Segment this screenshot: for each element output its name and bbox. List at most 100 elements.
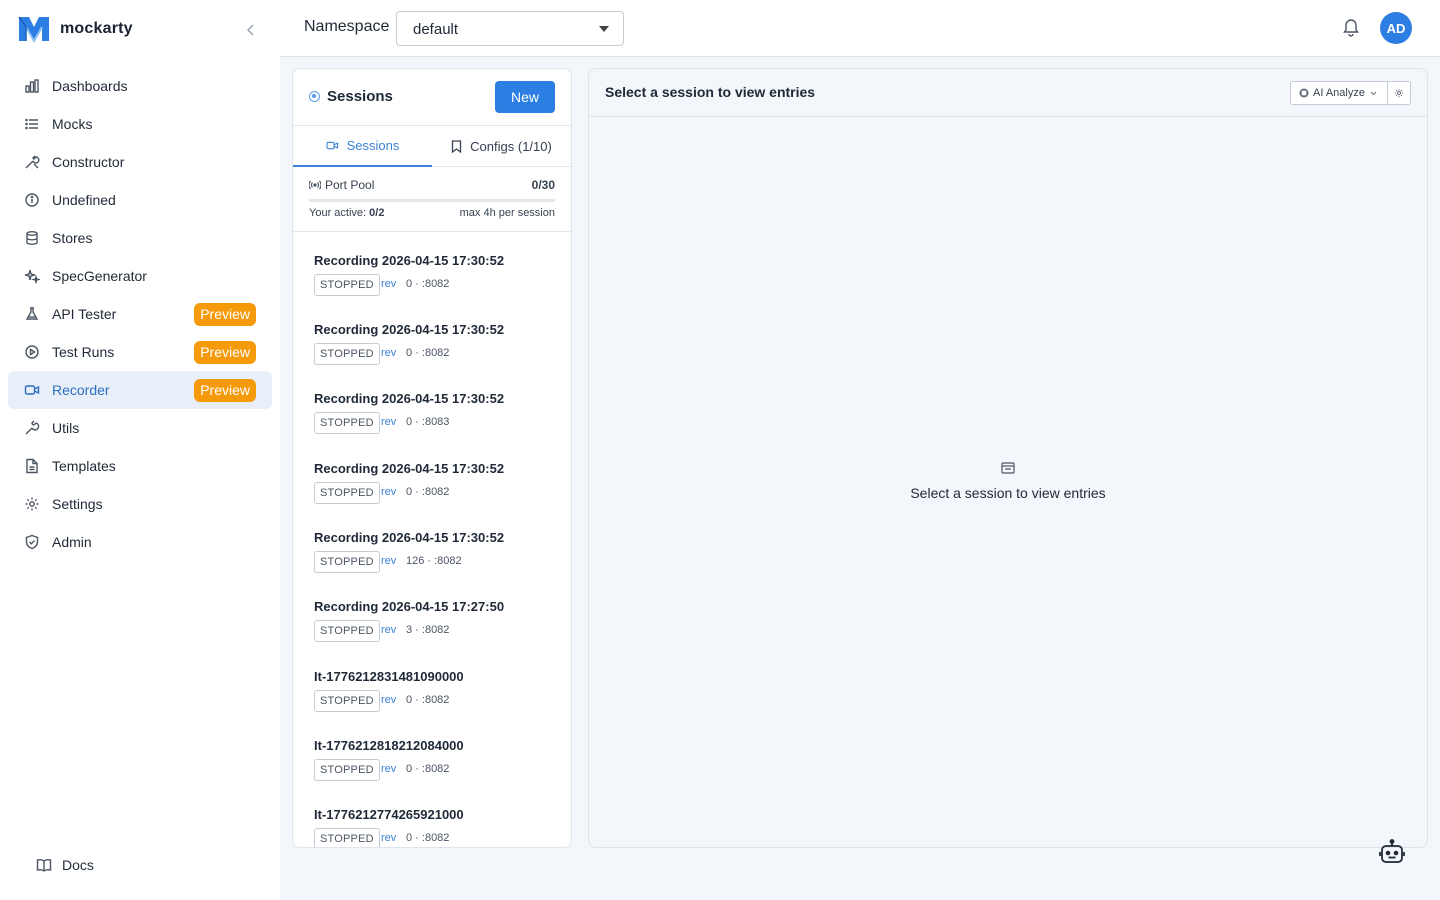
bar-chart-icon xyxy=(24,78,40,94)
sidebar-item-label: Test Runs xyxy=(52,344,115,360)
sidebar-item-stores[interactable]: Stores xyxy=(8,219,272,257)
session-rev: rev xyxy=(381,486,397,498)
docs-link[interactable]: Docs xyxy=(36,857,94,873)
sessions-panel: Sessions New Sessions Configs (1/10) Por… xyxy=(292,68,572,848)
sidebar-item-api-tester[interactable]: API Tester Preview xyxy=(8,295,272,333)
sidebar-item-specgenerator[interactable]: SpecGenerator xyxy=(8,257,272,295)
status-badge: STOPPED xyxy=(314,759,380,781)
sidebar-item-templates[interactable]: Templates xyxy=(8,447,272,485)
empty-inbox-icon xyxy=(1001,461,1015,474)
session-meta: 3 · :8082 xyxy=(406,624,450,636)
user-avatar[interactable]: AD xyxy=(1380,12,1412,44)
session-item[interactable]: It-1776212818212084000 STOPPED rev 0 · :… xyxy=(314,718,554,781)
sidebar-item-undefined[interactable]: Undefined xyxy=(8,181,272,219)
status-badge: STOPPED xyxy=(314,274,380,296)
sidebar-item-test-runs[interactable]: Test Runs Preview xyxy=(8,333,272,371)
port-pool-count: 0/30 xyxy=(531,178,555,192)
shield-icon xyxy=(24,534,40,550)
sessions-title-text: Sessions xyxy=(327,88,393,105)
new-session-button[interactable]: New xyxy=(495,81,555,113)
session-meta: 0 · :8082 xyxy=(406,694,450,706)
notifications-button[interactable] xyxy=(1342,17,1360,37)
session-name: It-1776212831481090000 xyxy=(314,669,464,684)
status-badge: STOPPED xyxy=(314,690,380,712)
sidebar-item-label: Admin xyxy=(52,534,92,550)
tab-sessions[interactable]: Sessions xyxy=(293,126,432,167)
session-name: Recording 2026-04-15 17:30:52 xyxy=(314,530,505,545)
entries-title: Select a session to view entries xyxy=(605,84,816,100)
session-meta: 0 · :8082 xyxy=(406,832,450,844)
sidebar-item-label: Recorder xyxy=(52,382,110,398)
bookmark-icon xyxy=(451,140,462,153)
session-rev: rev xyxy=(381,624,397,636)
session-rev: rev xyxy=(381,416,397,428)
sessions-title: Sessions xyxy=(309,88,393,105)
chevron-down-icon xyxy=(1370,91,1377,96)
book-icon xyxy=(36,859,52,872)
sidebar-item-recorder[interactable]: Recorder Preview xyxy=(8,371,272,409)
sidebar-item-admin[interactable]: Admin xyxy=(8,523,272,561)
session-rev: rev xyxy=(381,347,397,359)
session-name: Recording 2026-04-15 17:30:52 xyxy=(314,253,505,268)
session-meta: 126 · :8082 xyxy=(406,555,462,567)
your-active: Your active: 0/2 xyxy=(309,207,384,219)
gear-icon xyxy=(1394,88,1404,98)
video-icon xyxy=(24,382,40,398)
app-name: mockarty xyxy=(60,20,133,37)
ai-settings-button[interactable] xyxy=(1387,81,1411,105)
database-icon xyxy=(24,230,40,246)
session-rev: rev xyxy=(381,278,397,290)
session-item[interactable]: Recording 2026-04-15 17:30:52 STOPPED re… xyxy=(314,371,554,434)
session-name: It-1776212774265921000 xyxy=(314,807,464,822)
sparkles-icon xyxy=(24,268,40,284)
session-name: Recording 2026-04-15 17:30:52 xyxy=(314,391,505,406)
sessions-list: Recording 2026-04-15 17:30:52 STOPPED re… xyxy=(293,233,571,847)
sidebar-item-utils[interactable]: Utils xyxy=(8,409,272,447)
app-logo[interactable]: mockarty xyxy=(18,14,133,44)
session-name: Recording 2026-04-15 17:30:52 xyxy=(314,461,505,476)
sidebar: mockarty Dashboards Mocks Constructor Un… xyxy=(0,0,280,900)
ai-analyze-label: AI Analyze xyxy=(1313,87,1365,99)
session-name: Recording 2026-04-15 17:30:52 xyxy=(314,322,505,337)
session-item[interactable]: Recording 2026-04-15 17:30:52 STOPPED re… xyxy=(314,441,554,504)
session-item[interactable]: Recording 2026-04-15 17:30:52 STOPPED re… xyxy=(314,302,554,365)
collapse-sidebar-button[interactable] xyxy=(242,20,260,40)
session-item[interactable]: Recording 2026-04-15 17:30:52 STOPPED re… xyxy=(314,510,554,573)
max-session-duration: max 4h per session xyxy=(459,207,555,219)
session-name: Recording 2026-04-15 17:27:50 xyxy=(314,599,505,614)
top-header: Namespace default AD xyxy=(280,0,1440,57)
sidebar-item-dashboards[interactable]: Dashboards xyxy=(8,67,272,105)
sidebar-item-mocks[interactable]: Mocks xyxy=(8,105,272,143)
info-icon xyxy=(24,192,40,208)
session-item[interactable]: It-1776212774265921000 STOPPED rev 0 · :… xyxy=(314,787,554,847)
docs-label: Docs xyxy=(62,857,94,873)
sidebar-nav: Dashboards Mocks Constructor Undefined S… xyxy=(8,67,272,561)
session-name: It-1776212818212084000 xyxy=(314,738,464,753)
tab-configs[interactable]: Configs (1/10) xyxy=(432,126,571,167)
sidebar-item-constructor[interactable]: Constructor xyxy=(8,143,272,181)
ai-analyze-button[interactable]: AI Analyze xyxy=(1290,81,1388,105)
your-active-prefix: Your active: xyxy=(309,207,367,219)
namespace-select[interactable]: default xyxy=(396,11,624,46)
assistant-bot-button[interactable] xyxy=(1378,838,1406,866)
status-badge: STOPPED xyxy=(314,482,380,504)
session-item[interactable]: Recording 2026-04-15 17:27:50 STOPPED re… xyxy=(314,579,554,642)
session-item[interactable]: It-1776212831481090000 STOPPED rev 0 · :… xyxy=(314,649,554,712)
session-meta: 0 · :8082 xyxy=(406,278,450,290)
status-badge: STOPPED xyxy=(314,620,380,642)
session-item[interactable]: Recording 2026-04-15 17:30:52 STOPPED re… xyxy=(314,233,554,296)
tab-label: Sessions xyxy=(346,138,400,153)
sessions-tabs: Sessions Configs (1/10) xyxy=(293,126,571,167)
sessions-header: Sessions New xyxy=(293,69,571,126)
session-rev: rev xyxy=(381,832,397,844)
sidebar-item-label: Utils xyxy=(52,420,80,436)
record-dot-icon xyxy=(309,91,320,102)
your-active-value: 0/2 xyxy=(369,207,385,219)
session-meta: 0 · :8082 xyxy=(406,347,450,359)
session-rev: rev xyxy=(381,555,397,567)
list-icon xyxy=(24,116,40,132)
preview-badge: Preview xyxy=(194,303,256,326)
sidebar-item-label: Constructor xyxy=(52,154,125,170)
sidebar-item-label: Mocks xyxy=(52,116,93,132)
sidebar-item-settings[interactable]: Settings xyxy=(8,485,272,523)
